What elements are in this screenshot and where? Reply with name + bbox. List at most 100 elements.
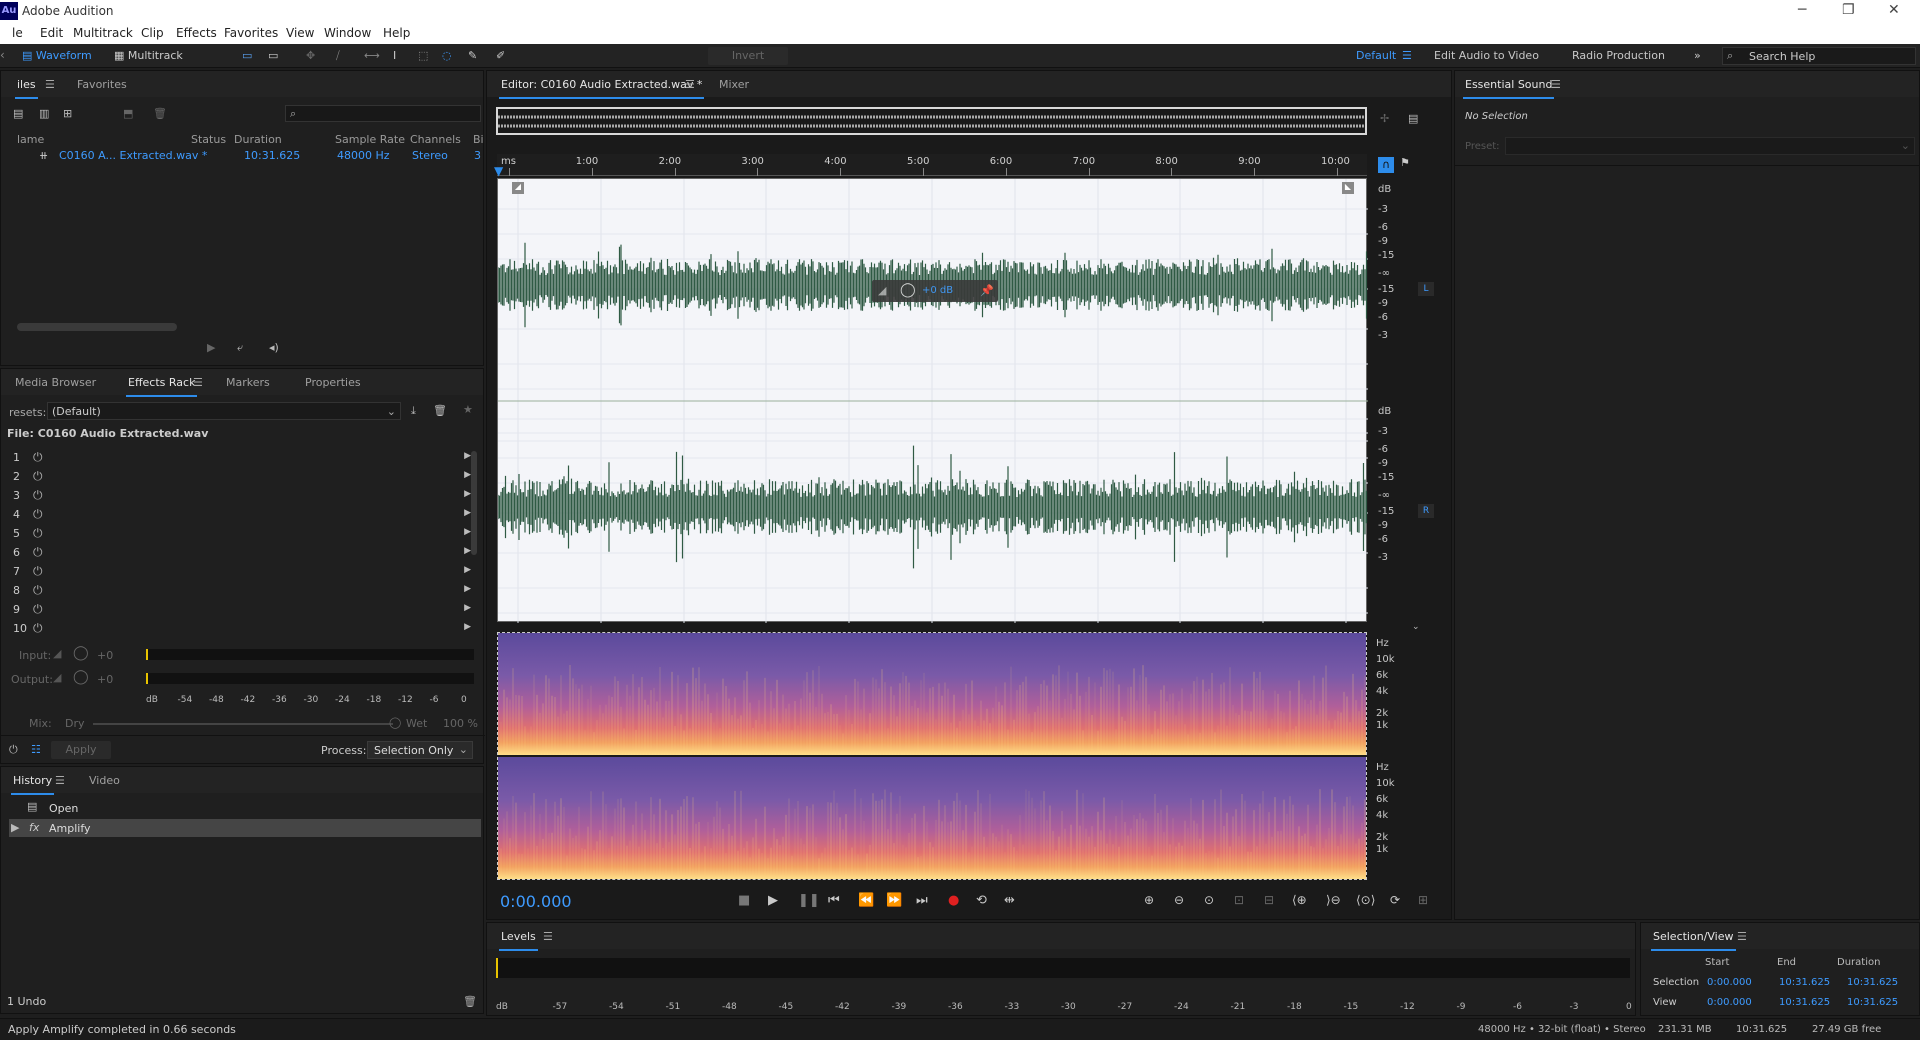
selection-menu-icon[interactable]: ☰ [1737, 930, 1747, 943]
panel-options-icon[interactable]: ▤ [1408, 112, 1418, 125]
history-item-amplify[interactable]: ▶ fx Amplify [9, 819, 481, 837]
zoom-out-point-icon[interactable]: ⊟ [1264, 893, 1274, 907]
tab-favorites[interactable]: Favorites [77, 78, 127, 91]
slip-tool-icon[interactable]: ⟷ [364, 47, 380, 65]
left-channel-button[interactable]: L [1418, 282, 1434, 296]
record-icon[interactable]: ● [948, 893, 959, 908]
tab-essential-sound[interactable]: Essential Sound [1462, 78, 1555, 99]
tab-effects-rack[interactable]: Effects Rack [125, 376, 198, 397]
power-icon[interactable]: ⏻ [33, 469, 43, 484]
snapping-icon[interactable]: ∩ [1378, 157, 1394, 173]
waveform-button[interactable]: ▤ Waveform [22, 47, 92, 65]
import-file-icon[interactable]: ▥ [39, 107, 49, 120]
effect-slot[interactable]: 2 ⏻ ▶ [11, 468, 473, 486]
tab-selection-view[interactable]: Selection/View [1651, 930, 1736, 951]
new-file-icon[interactable]: ⊞ [63, 107, 72, 120]
zoom-reset-icon[interactable]: ⟳ [1390, 893, 1400, 907]
lasso-tool-icon[interactable]: ◌ [442, 47, 452, 65]
workspace-radio-production[interactable]: Radio Production [1572, 49, 1665, 62]
editor-menu-icon[interactable]: ☰ [685, 78, 695, 91]
loop-playback-icon[interactable]: ⟲ [976, 893, 987, 908]
effect-slot[interactable]: 6 ⏻ ▶ [11, 544, 473, 562]
search-help-field[interactable]: ⌕ Search Help [1722, 47, 1916, 65]
output-knob-icon[interactable]: ◯ [73, 669, 89, 685]
tab-properties[interactable]: Properties [305, 376, 361, 389]
zoom-out-full-icon[interactable]: ⟨⊙⟩ [1356, 893, 1375, 907]
power-icon[interactable]: ⏻ [33, 545, 43, 560]
menu-effects[interactable]: Effects [176, 26, 217, 40]
history-menu-icon[interactable]: ☰ [55, 774, 65, 787]
essential-menu-icon[interactable]: ☰ [1551, 78, 1561, 91]
zoom-in-time-icon[interactable]: ⟨⊕ [1292, 893, 1307, 907]
effect-slot[interactable]: 1 ⏻ ▶ [11, 449, 473, 467]
power-icon[interactable]: ⏻ [33, 602, 43, 617]
effect-slot[interactable]: 5 ⏻ ▶ [11, 525, 473, 543]
slot-menu-arrow-icon[interactable]: ▶ [464, 470, 471, 480]
time-selection-tool-icon[interactable]: I [393, 47, 396, 65]
effect-slot[interactable]: 9 ⏻ ▶ [11, 601, 473, 619]
power-icon[interactable]: ⏻ [33, 450, 43, 465]
invert-button[interactable]: Invert [708, 47, 788, 65]
power-icon[interactable]: ⏻ [33, 488, 43, 503]
col-name[interactable]: lame [17, 133, 44, 146]
open-file-icon[interactable]: ▤ [13, 107, 23, 120]
effect-slot[interactable]: 3 ⏻ ▶ [11, 487, 473, 505]
brush-tool-icon[interactable]: ✎ [468, 47, 477, 65]
files-search-input[interactable]: ⌕ [285, 105, 481, 122]
restore-icon[interactable]: ❐ [1842, 2, 1855, 18]
effect-slot[interactable]: 10 ⏻ ▶ [11, 620, 473, 638]
pin-icon[interactable]: 📌 [980, 284, 994, 297]
slot-menu-arrow-icon[interactable]: ▶ [464, 622, 471, 632]
effect-slot[interactable]: 8 ⏻ ▶ [11, 582, 473, 600]
menu-edit[interactable]: Edit [40, 26, 63, 40]
skip-to-start-icon[interactable]: ⏮ [828, 893, 840, 908]
fast-forward-icon[interactable]: ⏩ [886, 893, 902, 908]
favorite-star-icon[interactable]: ★ [463, 403, 473, 416]
waveform-display[interactable] [497, 178, 1368, 623]
horizontal-scrollbar[interactable] [17, 323, 177, 331]
slot-menu-arrow-icon[interactable]: ▶ [464, 603, 471, 613]
tab-editor[interactable]: Editor: C0160 Audio Extracted.wav * [498, 78, 705, 99]
spectral-display-icon[interactable]: ▭ [242, 47, 252, 65]
insert-icon[interactable]: ⬒ [123, 107, 133, 120]
process-select[interactable]: Selection Only ⌄ [367, 741, 473, 759]
menu-help[interactable]: Help [383, 26, 410, 40]
power-icon[interactable]: ⏻ [9, 743, 18, 757]
tab-video[interactable]: Video [89, 774, 120, 787]
spot-healing-icon[interactable]: ✐ [496, 47, 505, 65]
rewind-icon[interactable]: ⏪ [858, 893, 874, 908]
trash-icon[interactable]: 🗑 [153, 107, 167, 120]
save-preset-icon[interactable]: ⤓ [411, 404, 416, 418]
tab-history[interactable]: History [10, 774, 55, 795]
files-menu-icon[interactable]: ☰ [45, 78, 55, 91]
stop-icon[interactable]: ■ [738, 893, 750, 908]
view-start[interactable]: 0:00.000 [1707, 997, 1752, 1008]
spectral-display[interactable] [497, 632, 1367, 880]
menu-clip[interactable]: Clip [141, 26, 164, 40]
col-channels[interactable]: Channels [410, 133, 461, 146]
fade-out-handle-icon[interactable]: ◣ [1342, 182, 1354, 194]
clear-history-icon[interactable]: 🗑 [463, 995, 477, 1008]
zoom-to-selection-icon[interactable]: ✢ [1380, 112, 1389, 125]
minimize-icon[interactable]: ─ [1798, 2, 1806, 18]
skip-selection-icon[interactable]: ⇹ [1004, 893, 1015, 908]
col-duration[interactable]: Duration [234, 133, 282, 146]
skip-to-end-icon[interactable]: ⏭ [916, 893, 928, 908]
workspace-menu-icon[interactable]: ☰ [1402, 49, 1412, 62]
menu-view[interactable]: View [286, 26, 314, 40]
playhead-marker-icon[interactable]: ▼ [494, 164, 503, 178]
fade-in-handle-icon[interactable]: ◢ [512, 182, 524, 194]
mix-slider[interactable] [93, 723, 393, 725]
mix-slider-handle-icon[interactable]: ◯ [389, 716, 401, 729]
tab-files[interactable]: iles [15, 78, 38, 99]
overview-navigator[interactable] [496, 107, 1367, 135]
presets-select[interactable]: (Default) ⌄ [47, 402, 401, 420]
view-end[interactable]: 10:31.625 [1779, 997, 1830, 1008]
slot-menu-arrow-icon[interactable]: ▶ [464, 565, 471, 575]
view-duration[interactable]: 10:31.625 [1847, 997, 1898, 1008]
file-row[interactable]: ⧺ C0160 A... Extracted.wav * 10:31.625 4… [1, 147, 485, 165]
slots-scrollbar[interactable] [471, 451, 477, 555]
menu-multitrack[interactable]: Multitrack [73, 26, 133, 40]
marker-flag-icon[interactable]: ⚑ [1400, 156, 1410, 169]
volume-knob-icon[interactable]: ◯ [900, 282, 916, 298]
